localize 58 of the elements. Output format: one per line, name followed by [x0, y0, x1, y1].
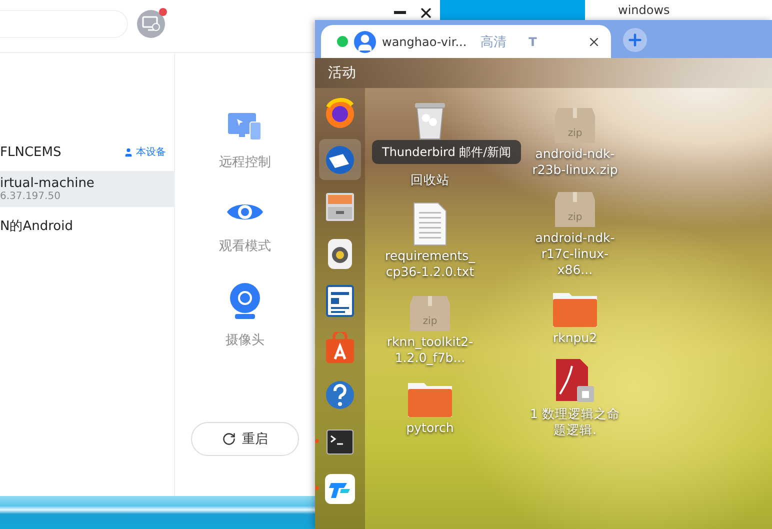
file-label[interactable]: android-ndk-r23b-linux.zip: [530, 146, 620, 178]
minimize-icon: [394, 11, 406, 14]
dock-item[interactable]: [319, 139, 361, 180]
mail-icon: [324, 144, 356, 176]
action-button[interactable]: 远程控制: [219, 113, 271, 171]
file-label[interactable]: 回收站: [385, 172, 475, 188]
person-icon: [123, 146, 134, 158]
close-icon: [418, 5, 434, 21]
mode-label: T: [528, 34, 537, 48]
help-icon: [325, 380, 355, 410]
file-label[interactable]: requirements_cp36-1.2.0.txt: [385, 248, 475, 280]
device-row[interactable]: irtual-machine 6.37.197.50: [0, 171, 174, 207]
device-button[interactable]: [137, 10, 165, 38]
notification-dot: [159, 8, 167, 16]
device-name: FLNCEMS: [0, 144, 62, 160]
pdf-file-icon: [555, 358, 595, 404]
terminal-icon: [326, 428, 354, 454]
device-name: irtual-machine: [0, 176, 94, 191]
this-device-link[interactable]: 本设备: [123, 145, 166, 159]
device-address: 6.37.197.50: [0, 191, 62, 202]
file-cabinet-icon: [325, 192, 355, 222]
quality-label: 高清: [480, 34, 507, 50]
folder-icon: [407, 380, 453, 418]
file-label[interactable]: android-ndk-r17c-linux-x86...: [530, 230, 620, 278]
avatar-icon: [354, 30, 376, 52]
action-button[interactable]: 摄像头: [226, 283, 264, 349]
action-button[interactable]: 观看模式: [219, 199, 271, 255]
trash-icon: [413, 100, 447, 140]
monitor-phone-icon: [228, 113, 262, 141]
device-row[interactable]: N的Android: [0, 211, 174, 241]
document-icon: [326, 284, 354, 316]
device-row[interactable]: FLNCEMS 本设备: [0, 137, 174, 167]
app-icon: [325, 474, 355, 504]
browser-icon: [324, 96, 356, 128]
webcam-icon: [229, 283, 261, 319]
running-dot: [315, 439, 319, 443]
zip-archive-icon: zip: [409, 294, 451, 332]
zip-archive-icon: zip: [554, 106, 596, 144]
activities-label[interactable]: 活动: [328, 64, 356, 82]
tab-title: wanghao-vir...: [382, 34, 467, 48]
file-label[interactable]: rknn_toolkit2-1.2.0_f7b...: [385, 334, 475, 366]
session-tab[interactable]: wanghao-vir... 高清 T: [321, 25, 611, 58]
folder-icon: [552, 290, 598, 328]
window-title: windows: [618, 3, 670, 17]
restart-icon: [222, 432, 236, 446]
running-dot: [315, 486, 319, 490]
plus-icon: [626, 31, 644, 49]
tooltip: Thunderbird 邮件/新闻: [372, 140, 522, 164]
shopping-bag-icon: [325, 332, 355, 364]
monitor-icon: [142, 16, 160, 32]
text-file-icon: [413, 202, 447, 246]
file-label[interactable]: pytorch: [385, 420, 475, 436]
close-button[interactable]: [418, 5, 434, 21]
add-tab-button[interactable]: [623, 28, 647, 52]
speaker-icon: [327, 238, 353, 270]
device-name: N的Android: [0, 218, 73, 235]
zip-archive-icon: zip: [554, 190, 596, 228]
restart-button[interactable]: 重启: [191, 422, 299, 456]
